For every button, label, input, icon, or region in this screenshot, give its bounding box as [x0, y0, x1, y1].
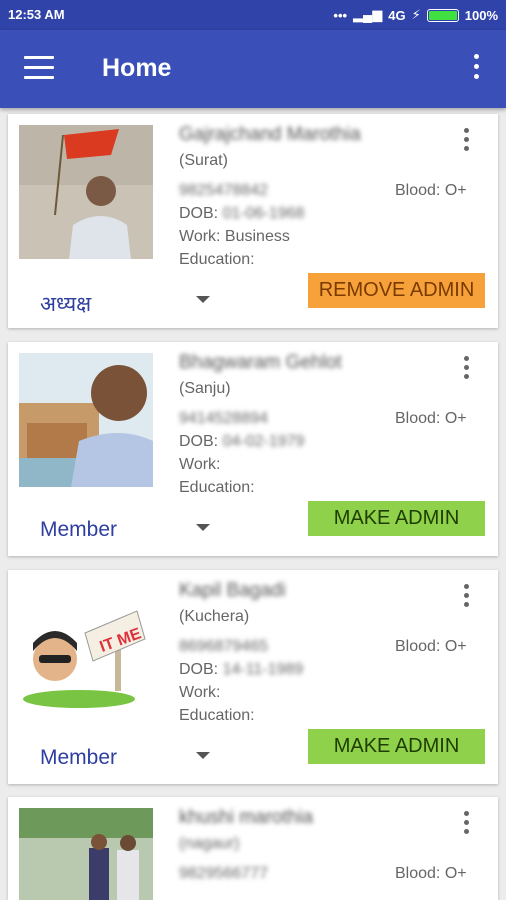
member-phone: 9825478842 — [179, 182, 268, 199]
member-blood: Blood: O+ — [395, 182, 467, 199]
card-more-icon[interactable] — [461, 128, 471, 154]
card-more-icon[interactable] — [461, 811, 471, 837]
member-name: Bhagwaram Gehlot — [179, 352, 342, 373]
member-work: Work: — [179, 684, 221, 701]
card-more-icon[interactable] — [461, 356, 471, 382]
member-dob: DOB: 01-06-1968 — [179, 205, 305, 222]
member-name: Kapil Bagadi — [179, 580, 286, 601]
member-role: Member — [40, 746, 118, 769]
member-card: khushi marothia (nagaur) 9829566777 Bloo… — [8, 797, 498, 900]
member-name: Gajrajchand Marothia — [179, 124, 361, 145]
member-education: Education: — [179, 707, 255, 724]
member-education: Education: — [179, 251, 255, 268]
status-bar: 12:53 AM ••• ▂▄▆ 4G ⚡ 100% — [0, 0, 506, 30]
remove-admin-button[interactable]: REMOVE ADMIN — [308, 273, 485, 308]
overflow-menu-icon[interactable] — [470, 54, 482, 84]
member-photo — [19, 808, 153, 900]
member-dob: DOB: 04-02-1979 — [179, 433, 305, 450]
battery-percent: 100% — [464, 7, 498, 23]
member-card: IT ME Kapil Bagadi (Kuchera) 8696879465 … — [8, 570, 498, 784]
make-admin-button[interactable]: MAKE ADMIN — [308, 501, 485, 536]
member-dob: DOB: 14-11-1989 — [179, 661, 304, 678]
member-photo — [19, 353, 153, 487]
member-name: khushi marothia — [179, 807, 314, 828]
member-blood: Blood: O+ — [395, 865, 467, 882]
role-dropdown-icon[interactable] — [196, 296, 210, 303]
member-city: (Surat) — [179, 152, 228, 169]
member-photo: IT ME — [19, 581, 153, 715]
member-card: Gajrajchand Marothia (Surat) 9825478842 … — [8, 114, 498, 328]
member-photo — [19, 125, 153, 259]
member-work: Work: — [179, 456, 221, 473]
member-city: (Kuchera) — [179, 608, 250, 625]
member-phone: 9414528894 — [179, 410, 268, 427]
more-notifications-icon: ••• — [333, 7, 348, 23]
app-bar: Home — [0, 30, 506, 108]
network-label: 4G — [388, 7, 406, 23]
card-more-icon[interactable] — [461, 584, 471, 610]
member-phone: 8696879465 — [179, 638, 268, 655]
signal-icon: ▂▄▆ — [353, 7, 383, 22]
member-card: Bhagwaram Gehlot (Sanju) 9414528894 DOB:… — [8, 342, 498, 556]
member-phone: 9829566777 — [179, 865, 268, 882]
status-icons: ••• ▂▄▆ 4G ⚡ 100% — [333, 7, 498, 23]
role-dropdown-icon[interactable] — [196, 524, 210, 531]
make-admin-button[interactable]: MAKE ADMIN — [308, 729, 485, 764]
menu-icon[interactable] — [24, 56, 54, 80]
member-role: अध्यक्ष — [40, 293, 92, 316]
status-time: 12:53 AM — [8, 7, 65, 22]
charging-icon: ⚡ — [411, 7, 421, 22]
member-city: (nagaur) — [179, 835, 240, 852]
member-city: (Sanju) — [179, 380, 231, 397]
member-role: Member — [40, 518, 118, 541]
member-education: Education: — [179, 479, 255, 496]
battery-icon — [426, 8, 459, 22]
member-blood: Blood: O+ — [395, 638, 467, 655]
role-dropdown-icon[interactable] — [196, 752, 210, 759]
member-blood: Blood: O+ — [395, 410, 467, 427]
page-title: Home — [102, 54, 172, 82]
member-work: Work: Business — [179, 228, 290, 245]
